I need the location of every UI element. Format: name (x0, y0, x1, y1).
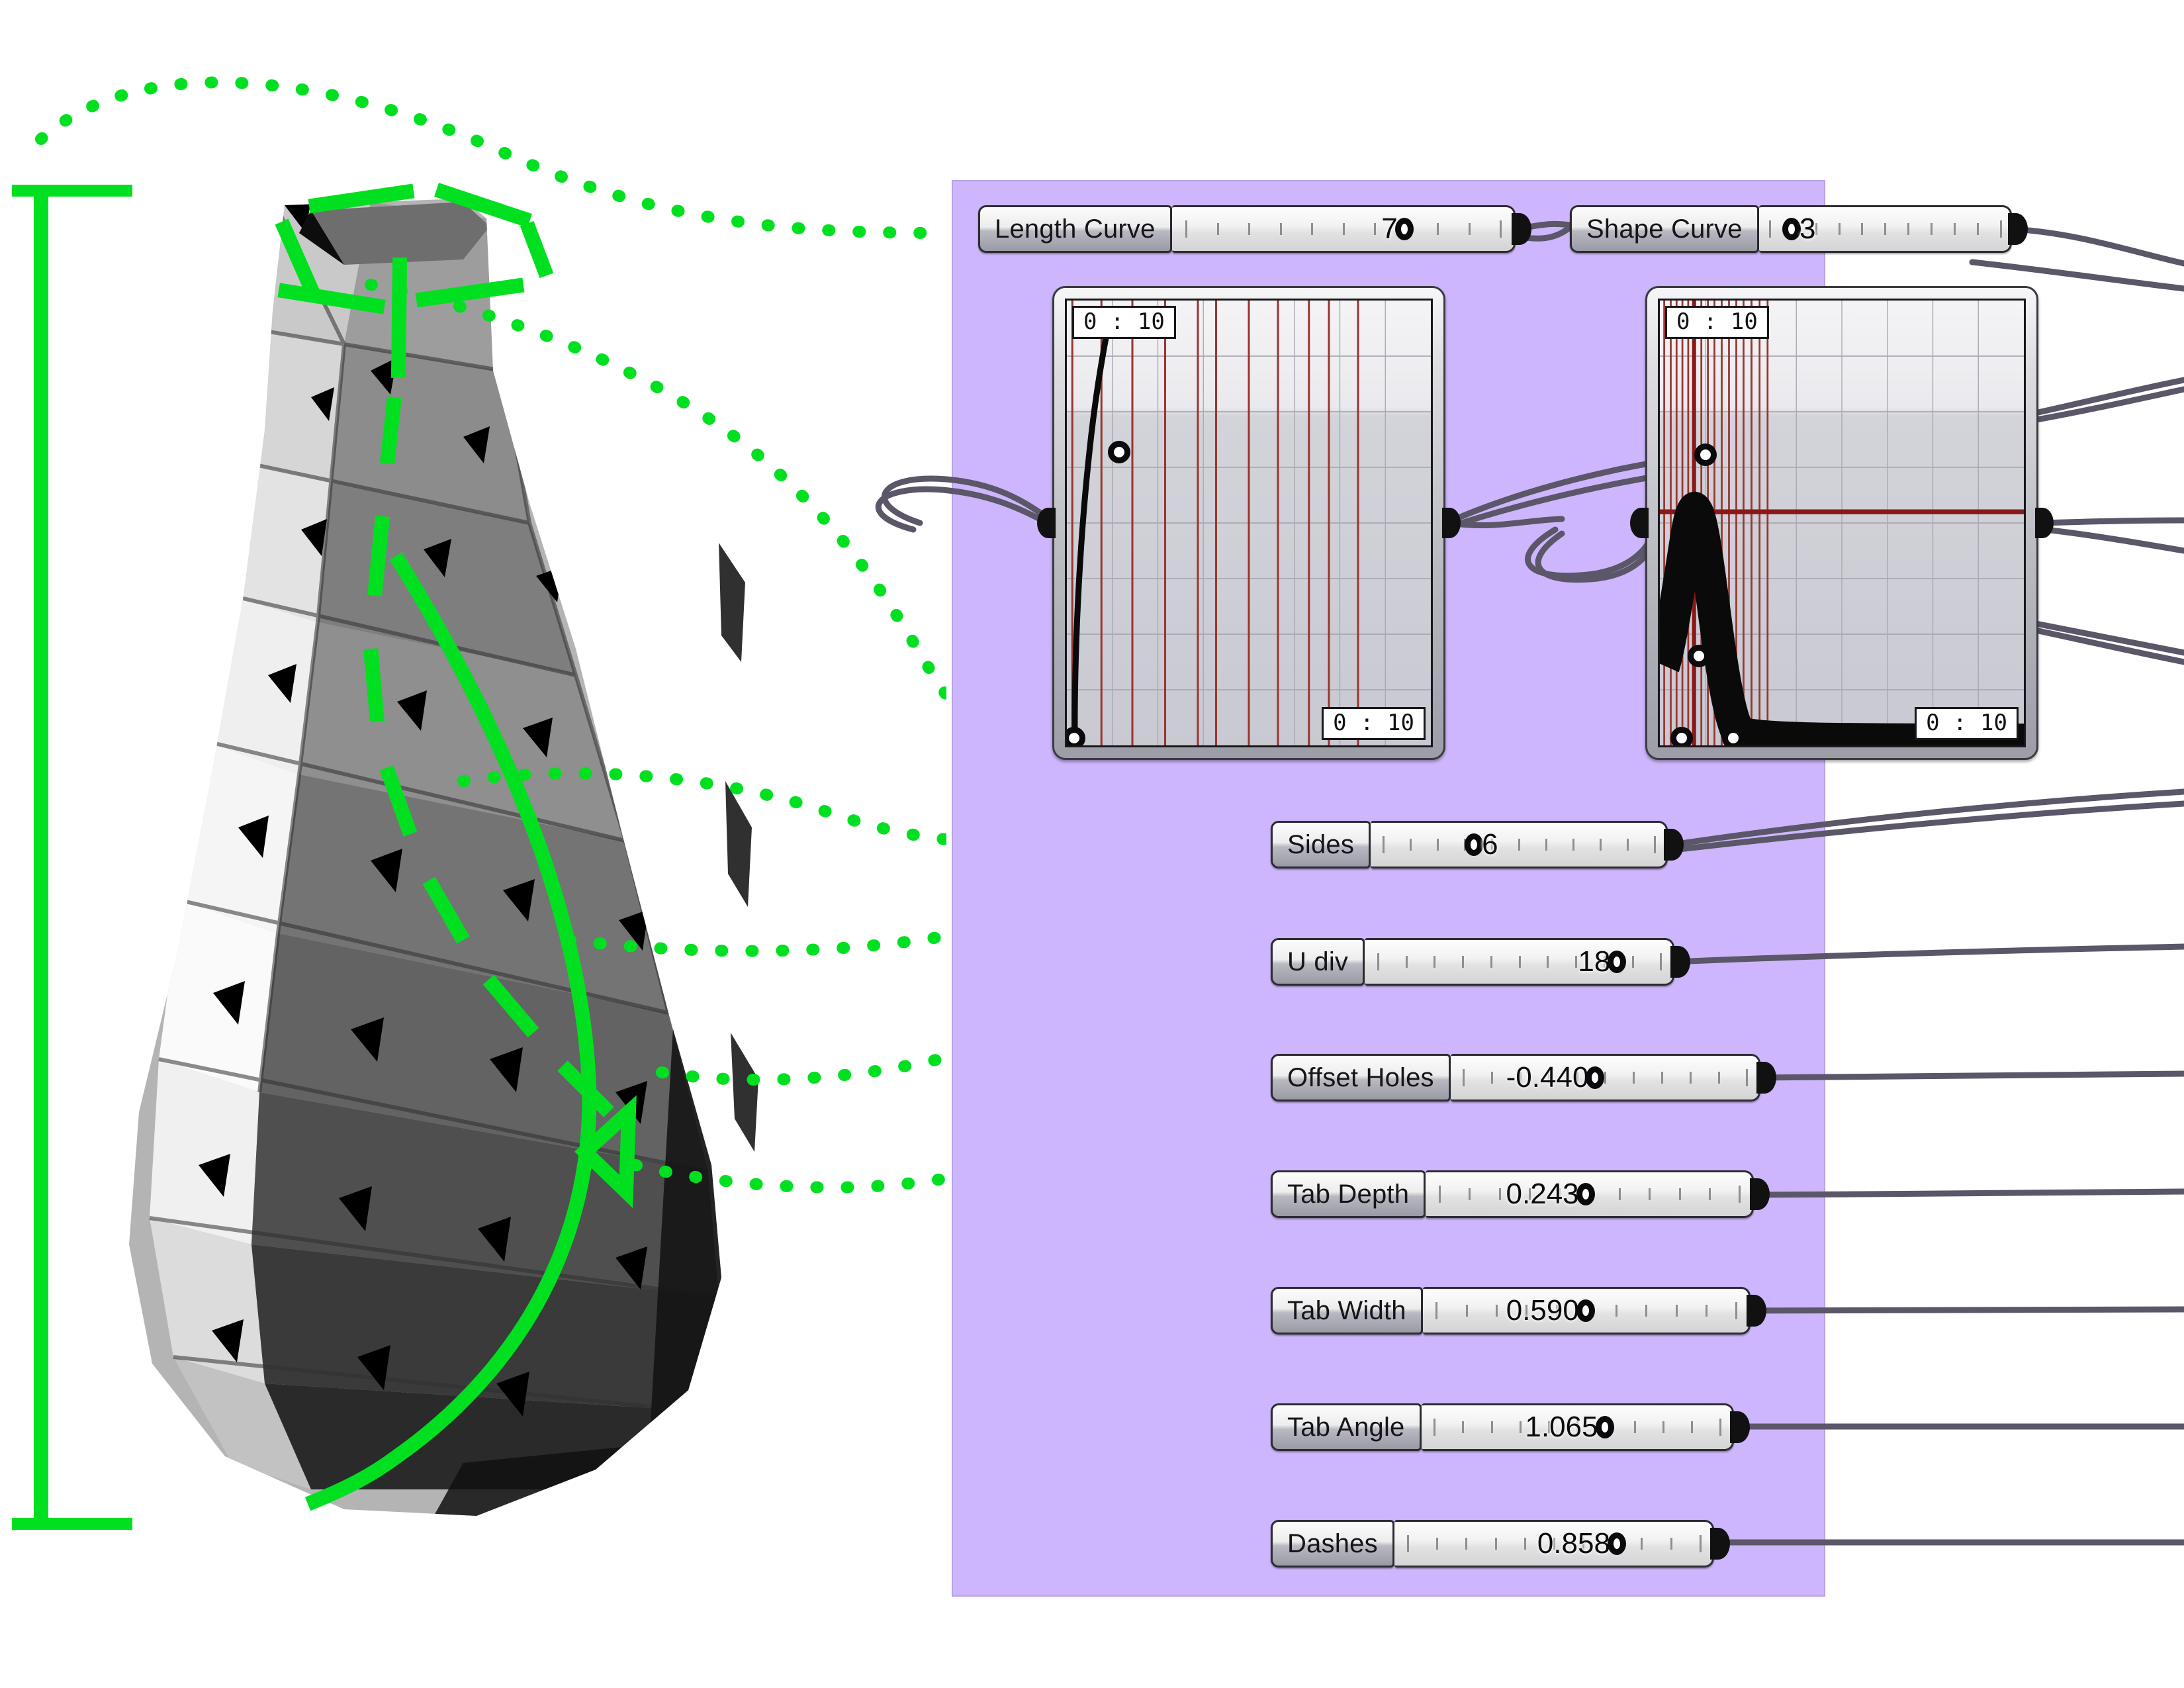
slider-grip-dashes[interactable] (1608, 1532, 1626, 1555)
slider-label-length-curve: Length Curve (978, 205, 1172, 253)
range-label-bottom-right: 0 : 10 (1322, 707, 1426, 740)
slider-label-dashes: Dashes (1271, 1520, 1394, 1568)
curve-point-lower[interactable] (1688, 645, 1710, 667)
slider-value-tab-angle: 1.065 (1525, 1411, 1604, 1444)
slider-offset-holes[interactable]: Offset Holes -0.440 (1271, 1054, 1760, 1102)
slider-tab-depth[interactable]: Tab Depth 0.243 (1271, 1170, 1754, 1218)
slider-value-tab-width: 0.590 (1506, 1294, 1586, 1327)
slider-u-div[interactable]: U div 18 (1271, 938, 1674, 986)
slider-track-tab-angle[interactable]: 1.065 (1422, 1403, 1734, 1451)
slider-track-sides[interactable]: 6 (1371, 821, 1668, 868)
range-label-bottom-right-shape: 0 : 10 (1915, 707, 2019, 740)
slider-sides[interactable]: Sides 6 (1271, 821, 1668, 868)
curve-point-base-left[interactable] (1670, 727, 1693, 747)
slider-track-shape-curve[interactable]: 3 (1759, 205, 2012, 253)
slider-grip-tab-width[interactable] (1576, 1299, 1595, 1322)
curve-point-start[interactable] (1065, 727, 1085, 747)
slider-label-sides: Sides (1271, 821, 1371, 868)
graph-input-port-shape[interactable] (1630, 508, 1649, 538)
slider-grip-length-curve[interactable] (1395, 218, 1414, 240)
range-label-top-left-shape: 0 : 10 (1665, 306, 1769, 339)
slider-tab-width[interactable]: Tab Width 0.590 (1271, 1287, 1751, 1335)
slider-label-tab-width: Tab Width (1271, 1287, 1423, 1335)
slider-value-tab-depth: 0.243 (1506, 1178, 1586, 1211)
slider-output-port-shape-curve[interactable] (2008, 213, 2028, 245)
top-rim-brackets (285, 192, 544, 371)
slider-length-curve[interactable]: Length Curve 7 (978, 205, 1516, 253)
slider-grip-offset-holes[interactable] (1586, 1066, 1604, 1089)
slider-value-shape-curve: 3 (1792, 212, 1815, 246)
length-curve-plot (1067, 301, 1431, 745)
slider-ticks-sides (1383, 836, 1654, 853)
height-dimension-bar (12, 191, 132, 1524)
annotation-overlay (0, 0, 946, 1688)
slider-track-offset-holes[interactable]: -0.440 (1451, 1054, 1760, 1102)
leader-lines (41, 82, 946, 1187)
length-curve-path (1075, 330, 1108, 742)
slider-value-offset-holes: -0.440 (1506, 1061, 1596, 1094)
slider-dashes[interactable]: Dashes 0.858 (1271, 1520, 1714, 1568)
slider-ticks-length-curve (1185, 220, 1500, 238)
model-viewport[interactable] (0, 0, 946, 1688)
slider-track-tab-width[interactable]: 0.590 (1423, 1287, 1751, 1335)
slider-grip-tab-angle[interactable] (1596, 1416, 1614, 1438)
slider-tab-angle[interactable]: Tab Angle 1.065 (1271, 1403, 1734, 1451)
shape-profile-curve (308, 556, 589, 1504)
slider-track-tab-depth[interactable]: 0.243 (1426, 1170, 1754, 1218)
shape-curve-plot (1660, 301, 2024, 745)
slider-label-shape-curve: Shape Curve (1570, 205, 1759, 253)
slider-track-dashes[interactable]: 0.858 (1394, 1520, 1714, 1568)
curve-point-peak[interactable] (1694, 444, 1717, 466)
graph-mapper-length[interactable]: 0 : 10 0 : 10 (1052, 286, 1445, 760)
screenshot-root: 0 : 10 0 : 10 (0, 0, 2184, 1688)
slider-track-u-div[interactable]: 18 (1365, 938, 1674, 986)
curve-point-mid[interactable] (1108, 441, 1130, 463)
graph-canvas-shape[interactable]: 0 : 10 0 : 10 (1658, 299, 2026, 747)
slider-value-sides: 6 (1474, 828, 1498, 861)
slider-label-u-div: U div (1271, 938, 1365, 986)
slider-grip-u-div[interactable] (1608, 951, 1626, 973)
slider-grip-tab-depth[interactable] (1576, 1183, 1595, 1205)
range-label-top-left: 0 : 10 (1072, 306, 1176, 339)
u-division-dash-line (371, 397, 609, 1112)
graph-mapper-shape[interactable]: 0 : 10 0 : 10 (1645, 286, 2038, 760)
slider-track-length-curve[interactable]: 7 (1172, 205, 1516, 253)
graph-input-port-length[interactable] (1037, 508, 1056, 538)
slider-label-tab-angle: Tab Angle (1271, 1403, 1422, 1451)
graph-output-port-shape[interactable] (2035, 508, 2054, 538)
curve-point-base-right[interactable] (1722, 727, 1745, 747)
slider-label-tab-depth: Tab Depth (1271, 1170, 1426, 1218)
slider-value-dashes: 0.858 (1537, 1527, 1617, 1560)
slider-shape-curve[interactable]: Shape Curve 3 (1570, 205, 2012, 253)
graph-canvas-length[interactable]: 0 : 10 0 : 10 (1065, 299, 1433, 747)
slider-label-offset-holes: Offset Holes (1271, 1054, 1451, 1102)
